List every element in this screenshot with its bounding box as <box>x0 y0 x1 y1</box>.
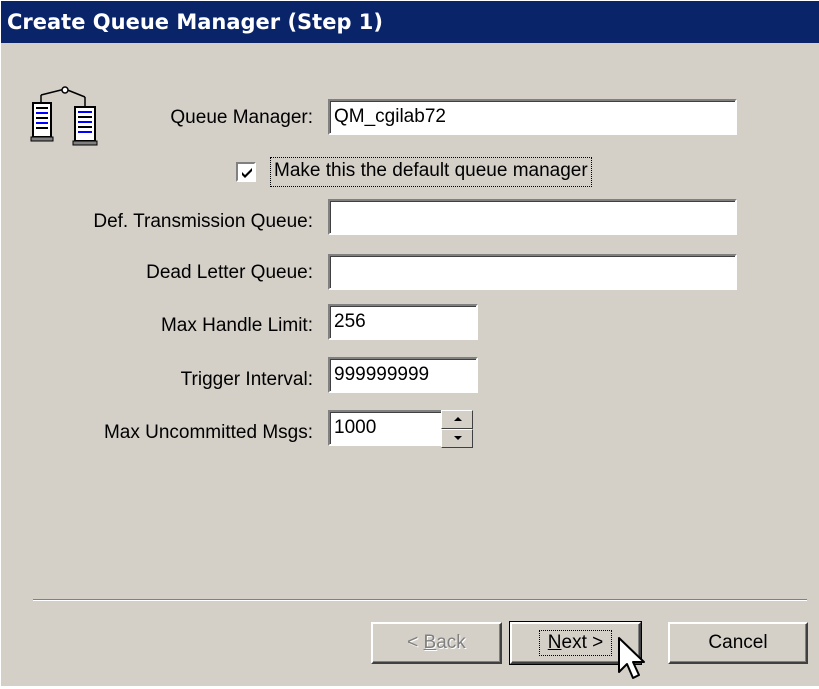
max-handle-limit-label: Max Handle Limit: <box>160 315 313 336</box>
dead-letter-queue-input[interactable] <box>328 254 737 290</box>
create-queue-manager-dialog: Create Queue Manager (Step 1) Queue Mana… <box>0 0 819 686</box>
default-queue-manager-label[interactable]: Make this the default queue manager <box>270 157 592 187</box>
next-button-mnemonic: N <box>547 632 562 653</box>
mouse-pointer-icon <box>617 636 651 684</box>
back-button-mnemonic: B <box>423 632 437 653</box>
max-handle-limit-input[interactable] <box>328 304 478 340</box>
trigger-interval-label: Trigger Interval: <box>180 369 313 390</box>
def-transmission-queue-input[interactable] <box>328 199 737 235</box>
cancel-button[interactable]: Cancel <box>668 622 808 664</box>
spin-up-button[interactable] <box>441 410 473 429</box>
spin-down-button[interactable] <box>441 429 473 448</box>
max-uncommitted-msgs-input[interactable] <box>328 410 441 446</box>
max-uncommitted-msgs-label: Max Uncommitted Msgs: <box>103 422 313 443</box>
back-button-rest: ack <box>436 632 466 653</box>
dialog-title: Create Queue Manager (Step 1) <box>1 1 819 43</box>
max-uncommitted-msgs-spinner <box>441 410 473 448</box>
button-separator <box>33 599 807 601</box>
back-button-prefix: < <box>407 632 424 653</box>
arrow-up-icon <box>454 417 462 421</box>
default-queue-manager-checkbox[interactable] <box>236 162 256 182</box>
def-transmission-queue-label: Def. Transmission Queue: <box>93 211 313 232</box>
trigger-interval-input[interactable] <box>328 357 478 393</box>
queue-manager-input[interactable] <box>328 99 737 135</box>
queue-manager-label: Queue Manager: <box>170 107 313 128</box>
dead-letter-queue-label: Dead Letter Queue: <box>146 262 313 283</box>
arrow-down-icon <box>454 436 462 440</box>
cancel-button-label: Cancel <box>708 632 768 653</box>
checkmark-icon <box>242 168 252 178</box>
back-button[interactable]: < Back <box>371 622 502 664</box>
next-button-rest: ext > <box>561 632 604 653</box>
